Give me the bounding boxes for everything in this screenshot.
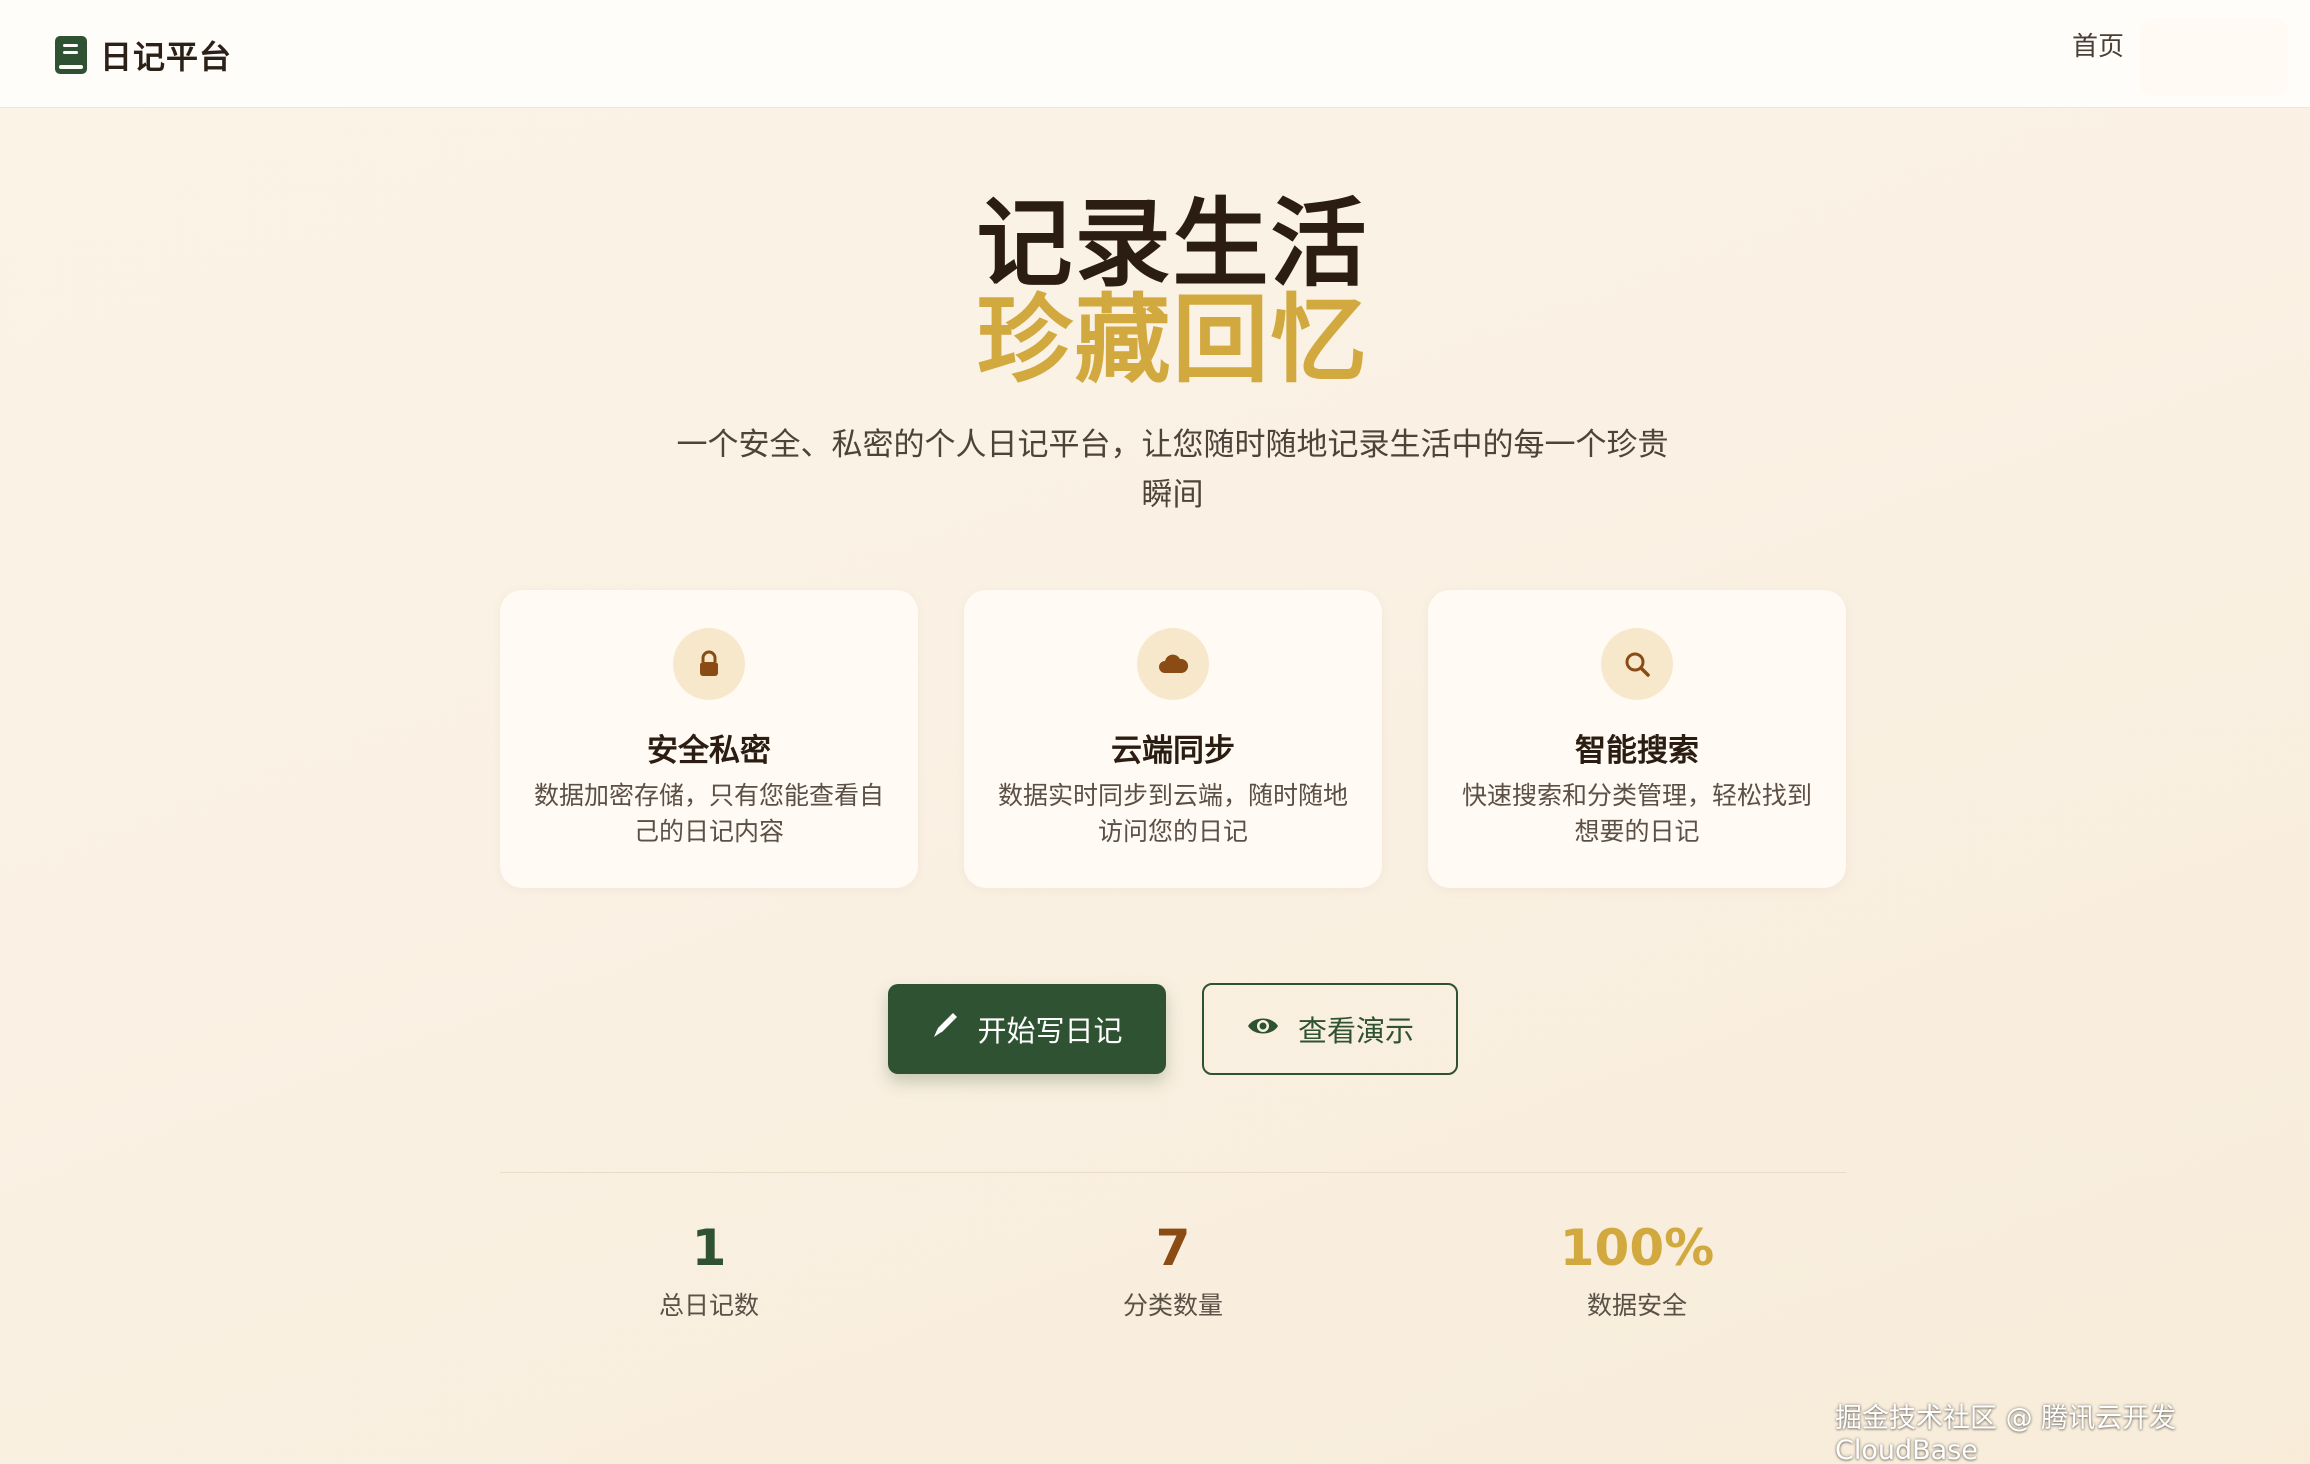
stat-value: 100% <box>1559 1219 1715 1277</box>
view-demo-button[interactable]: 查看演示 <box>1202 983 1458 1075</box>
stat-data-security: 100% 数据安全 <box>1487 1218 1787 1322</box>
hero-subtitle: 一个安全、私密的个人日记平台，让您随时随地记录生活中的每一个珍贵瞬间 <box>676 427 1669 513</box>
feature-desc: 数据加密存储，只有您能查看自己的日记内容 <box>534 781 885 846</box>
search-icon <box>1601 628 1673 700</box>
feature-title: 智能搜索 <box>1575 733 1699 769</box>
logo[interactable]: 日记平台 <box>54 32 232 78</box>
book-icon <box>54 35 88 75</box>
start-writing-button[interactable]: 开始写日记 <box>888 984 1166 1074</box>
start-writing-label: 开始写日记 <box>977 1016 1123 1048</box>
stat-label: 数据安全 <box>1586 1291 1687 1320</box>
feature-card-security: 安全私密 数据加密存储，只有您能查看自己的日记内容 <box>500 590 918 888</box>
top-nav-bar: 日记平台 首页 <box>0 0 2310 108</box>
stats-divider <box>500 1172 1846 1173</box>
eye-icon <box>1246 1013 1280 1046</box>
stat-label: 分类数量 <box>1122 1291 1223 1320</box>
logo-text: 日记平台 <box>100 38 233 76</box>
view-demo-label: 查看演示 <box>1297 1016 1414 1048</box>
feature-desc: 快速搜索和分类管理，轻松找到想要的日记 <box>1462 781 1813 846</box>
pen-icon <box>931 1011 959 1047</box>
lock-icon <box>673 628 745 700</box>
feature-desc: 数据实时同步到云端，随时随地访问您的日记 <box>998 781 1349 846</box>
feature-card-search: 智能搜索 快速搜索和分类管理，轻松找到想要的日记 <box>1428 590 1846 888</box>
feature-card-cloud-sync: 云端同步 数据实时同步到云端，随时随地访问您的日记 <box>964 590 1382 888</box>
watermark: 掘金技术社区 @ 腾讯云开发CloudBase <box>1835 1403 2177 1464</box>
feature-title: 安全私密 <box>647 733 771 769</box>
hero-title-line1: 记录生活 <box>976 187 1369 300</box>
hero-title-line2: 珍藏回忆 <box>976 283 1369 396</box>
stat-value: 1 <box>691 1219 727 1277</box>
cloud-icon <box>1137 628 1209 700</box>
stat-category-count: 7 分类数量 <box>1023 1218 1323 1322</box>
stat-label: 总日记数 <box>658 1291 759 1320</box>
nav-link-home[interactable]: 首页 <box>2072 26 2124 63</box>
stat-total-diaries: 1 总日记数 <box>559 1218 859 1322</box>
nav-user-area[interactable] <box>2140 18 2288 96</box>
stat-value: 7 <box>1155 1219 1191 1277</box>
hero-title: 记录生活 珍藏回忆 <box>0 196 2310 388</box>
feature-title: 云端同步 <box>1111 733 1235 769</box>
